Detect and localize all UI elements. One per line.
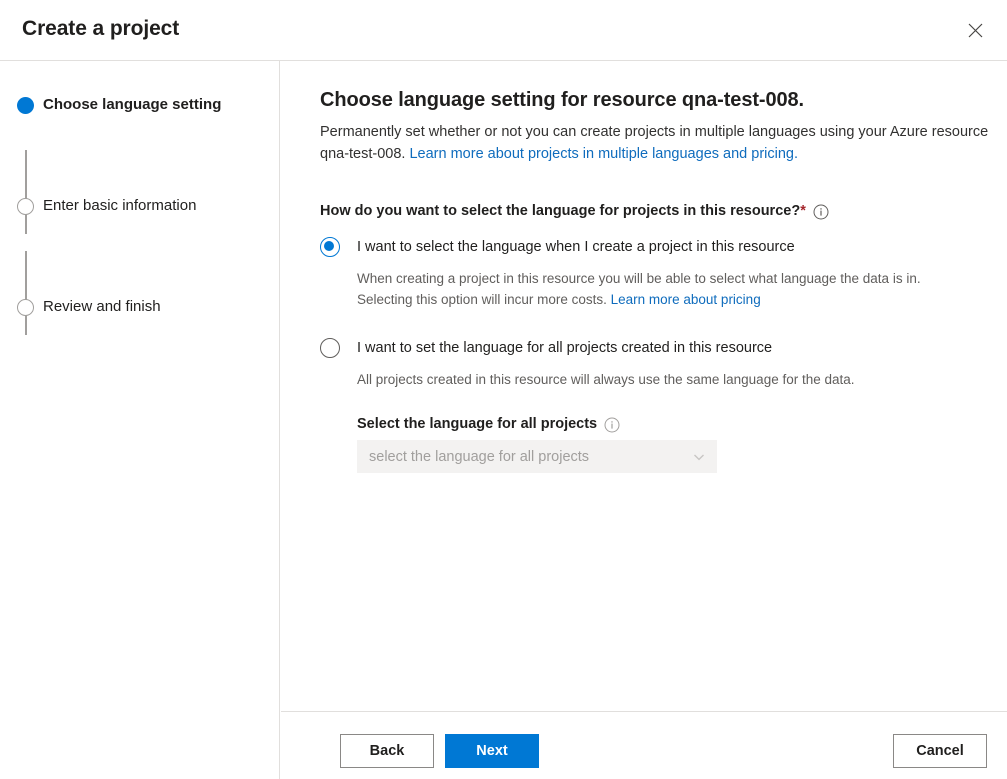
section-description: Permanently set whether or not you can c… — [320, 121, 992, 165]
main-panel: Choose language setting for resource qna… — [281, 61, 1007, 779]
radio-option-set-for-all-projects[interactable]: I want to set the language for all proje… — [320, 336, 992, 473]
language-dropdown-block: Select the language for all projects se — [357, 416, 717, 473]
language-select-dropdown[interactable]: select the language for all projects — [357, 440, 717, 473]
radio-label: I want to set the language for all proje… — [357, 338, 772, 358]
sidebar-item-choose-language-setting[interactable]: Choose language setting — [0, 61, 280, 162]
language-dropdown-label-row: Select the language for all projects — [357, 416, 717, 432]
main-content: Choose language setting for resource qna… — [320, 89, 992, 473]
cancel-button[interactable]: Cancel — [893, 734, 987, 768]
sidebar-item-enter-basic-information[interactable]: Enter basic information — [0, 162, 280, 263]
close-button[interactable] — [955, 10, 995, 50]
learn-more-multiple-languages-link[interactable]: Learn more about projects in multiple la… — [409, 146, 798, 162]
sidebar-item-label: Review and finish — [43, 296, 161, 318]
language-question-label: How do you want to select the language f… — [320, 203, 800, 219]
page-title: Create a project — [22, 17, 179, 41]
close-icon — [968, 23, 983, 38]
info-icon[interactable] — [604, 417, 620, 433]
language-question-row: How do you want to select the language f… — [320, 203, 992, 219]
chevron-down-icon — [692, 450, 706, 464]
radio-label: I want to select the language when I cre… — [357, 237, 795, 257]
radio-help-text: When creating a project in this resource… — [357, 268, 977, 310]
radio-row[interactable]: I want to select the language when I cre… — [320, 235, 992, 259]
next-button[interactable]: Next — [445, 734, 539, 768]
radio-option-select-per-project[interactable]: I want to select the language when I cre… — [320, 235, 992, 310]
radio-button-selected-icon[interactable] — [320, 237, 340, 257]
sidebar-item-label: Choose language setting — [43, 94, 221, 116]
info-icon[interactable] — [813, 204, 829, 220]
sidebar-item-label: Enter basic information — [43, 195, 196, 217]
language-dropdown-label: Select the language for all projects — [357, 416, 597, 432]
language-select-value: select the language for all projects — [369, 449, 692, 465]
required-indicator: * — [800, 203, 806, 219]
learn-more-pricing-link[interactable]: Learn more about pricing — [611, 292, 761, 307]
step-empty-circle-icon — [17, 299, 34, 316]
dialog-body: Choose language setting Enter basic info… — [0, 61, 1007, 779]
sidebar-item-review-and-finish[interactable]: Review and finish — [0, 263, 280, 303]
wizard-step-list: Choose language setting Enter basic info… — [0, 61, 280, 303]
step-marker — [17, 198, 34, 215]
step-marker — [17, 299, 34, 316]
dialog-header: Create a project — [0, 0, 1007, 61]
back-button[interactable]: Back — [340, 734, 434, 768]
section-heading: Choose language setting for resource qna… — [320, 89, 992, 112]
dialog-footer: Back Next Cancel — [281, 711, 1007, 779]
language-setting-radio-group[interactable]: I want to select the language when I cre… — [320, 235, 992, 473]
step-empty-circle-icon — [17, 198, 34, 215]
step-marker — [17, 97, 34, 114]
step-active-dot-icon — [17, 97, 34, 114]
radio-row[interactable]: I want to set the language for all proje… — [320, 336, 992, 360]
radio-button-unselected-icon[interactable] — [320, 338, 340, 358]
wizard-sidebar: Choose language setting Enter basic info… — [0, 61, 280, 779]
radio-help-text: All projects created in this resource wi… — [357, 369, 977, 390]
